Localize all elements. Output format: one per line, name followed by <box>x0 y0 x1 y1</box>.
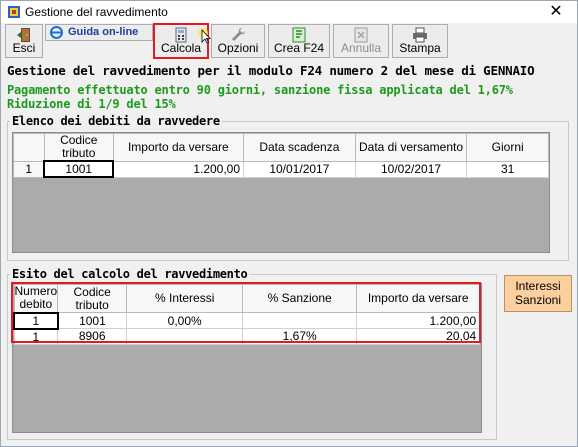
interessi-sanzioni-button[interactable]: Interessi Sanzioni <box>504 275 572 312</box>
esito-header-numero: Numero debito <box>13 284 59 313</box>
debiti-table: Codice tributo Importo da versare Data sc… <box>13 133 549 178</box>
esito-header-codice: Codice tributo <box>57 284 128 313</box>
cell-interessi[interactable] <box>126 328 244 345</box>
debiti-grid[interactable]: Codice tributo Importo da versare Data sc… <box>12 132 550 253</box>
title-bar: Gestione del ravvedimento ✕ <box>1 1 577 23</box>
browser-e-icon <box>50 26 63 39</box>
debiti-header-codice-l1: Codice <box>60 133 98 147</box>
esci-button[interactable]: Esci <box>5 24 43 58</box>
cell-codice[interactable]: 8906 <box>57 328 128 345</box>
debiti-header-versamento: Data di versamento <box>354 133 468 162</box>
esito-header-numero-l1: Numero <box>14 284 58 299</box>
debiti-header-codice: Codice tributo <box>43 133 114 162</box>
table-row[interactable]: 1 8906 1,67% 20,04 <box>13 328 481 345</box>
crea-f24-label: Crea F24 <box>273 41 325 55</box>
page-title: Gestione del ravvedimento per il modulo … <box>7 63 535 78</box>
mouse-pointer-icon <box>198 28 211 44</box>
cell-importo[interactable]: 20,04 <box>356 328 481 345</box>
esito-header-interessi: % Interessi <box>126 284 244 313</box>
stampa-label: Stampa <box>399 41 441 55</box>
note-pagamento: Pagamento effettuato entro 90 giorni, sa… <box>7 83 513 97</box>
window-title: Gestione del ravvedimento <box>25 5 168 19</box>
guida-online-button[interactable]: Guida on-line <box>45 24 153 41</box>
opzioni-label: Opzioni <box>217 41 259 55</box>
ravvedimento-window: Gestione del ravvedimento ✕ Esci Guida o… <box>0 0 578 447</box>
table-row[interactable]: 1 1001 1.200,00 10/01/2017 10/02/2017 31 <box>13 160 549 178</box>
esito-grid[interactable]: Numero debito Codice tributo % Interessi %… <box>12 283 482 433</box>
esito-table: Numero debito Codice tributo % Interessi %… <box>13 284 481 345</box>
debiti-group-label: Elenco dei debiti da ravvedere <box>10 114 222 128</box>
guida-label: Guida on-line <box>68 26 139 38</box>
debiti-header-codice-l2: tributo <box>62 146 96 160</box>
cell-versamento[interactable]: 10/02/2017 <box>354 160 468 178</box>
crea-f24-button[interactable]: Crea F24 <box>268 24 330 58</box>
cell-importo[interactable]: 1.200,00 <box>112 160 245 178</box>
cell-numero[interactable]: 1 <box>13 328 59 345</box>
cell-giorni[interactable]: 31 <box>466 160 549 178</box>
opzioni-button[interactable]: Opzioni <box>211 24 265 58</box>
esci-label: Esci <box>12 41 36 55</box>
esito-header-codice-l2: tributo <box>75 297 109 312</box>
cell-sanzione[interactable]: 1,67% <box>242 328 358 345</box>
debiti-header-giorni: Giorni <box>466 133 549 162</box>
interessi-label: Interessi <box>515 279 561 293</box>
annulla-button[interactable]: Annulla <box>333 24 389 58</box>
app-icon <box>8 6 20 18</box>
cell-sanzione[interactable] <box>242 312 358 329</box>
table-row[interactable]: 1 1001 0,00% 1.200,00 <box>13 311 481 330</box>
stampa-button[interactable]: Stampa <box>392 24 448 58</box>
cell-interessi[interactable]: 0,00% <box>126 312 244 329</box>
toolbar: Esci Guida on-line Calcola Opzioni Crea … <box>5 23 575 59</box>
esito-header-sanzione: % Sanzione <box>242 284 358 313</box>
row-number: 1 <box>13 160 45 178</box>
esito-group-label: Esito del calcolo del ravvedimento <box>10 267 250 281</box>
annulla-label: Annulla <box>340 41 382 55</box>
cell-scadenza[interactable]: 10/01/2017 <box>243 160 356 178</box>
cell-importo[interactable]: 1.200,00 <box>356 312 481 329</box>
sanzioni-label: Sanzioni <box>514 293 562 307</box>
esito-header-codice-l1: Codice <box>73 284 111 299</box>
debiti-header-importo: Importo da versare <box>112 133 245 162</box>
esito-header-importo: Importo da versare <box>356 284 481 313</box>
note-riduzione: Riduzione di 1/9 del 15% <box>7 97 176 111</box>
debiti-header-scadenza: Data scadenza <box>243 133 356 162</box>
debiti-header-rownum <box>13 133 45 162</box>
cell-codice[interactable]: 1001 <box>57 312 128 329</box>
close-button[interactable]: ✕ <box>535 1 577 23</box>
cell-numero[interactable]: 1 <box>13 311 59 330</box>
esito-header-numero-l2: debito <box>19 297 53 312</box>
cell-codice[interactable]: 1001 <box>43 160 115 178</box>
